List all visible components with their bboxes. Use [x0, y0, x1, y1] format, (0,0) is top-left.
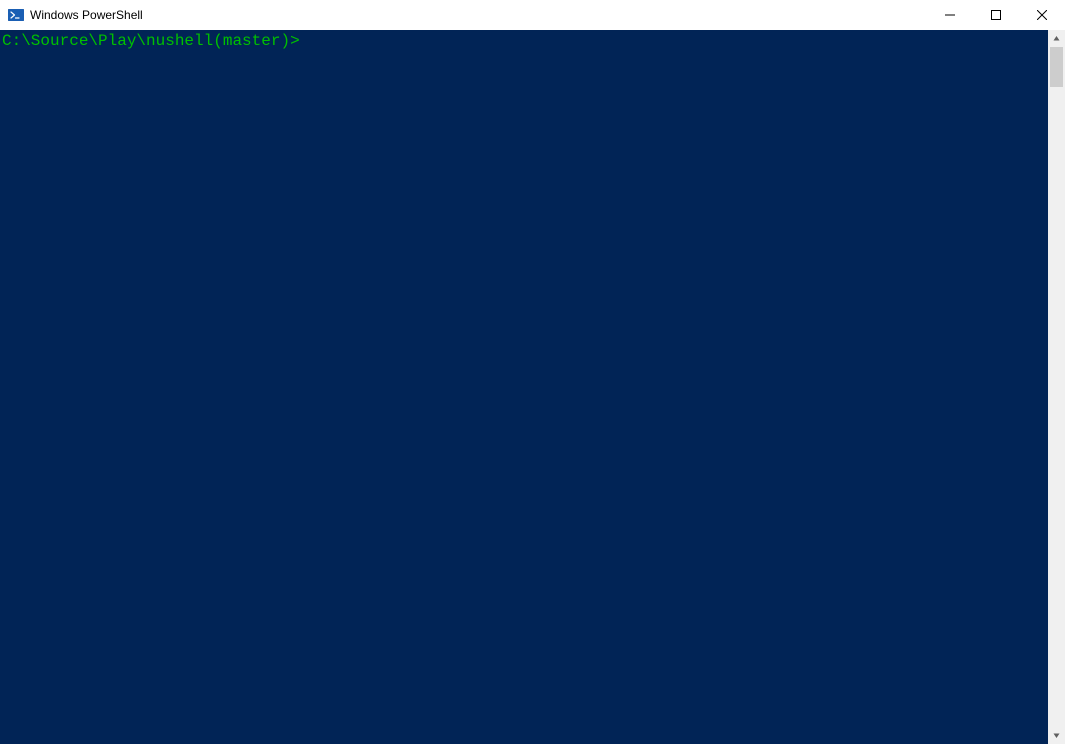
prompt-branch-close: ) — [280, 32, 290, 50]
prompt-branch-open: ( — [213, 32, 223, 50]
scroll-track[interactable] — [1048, 47, 1065, 727]
terminal-wrapper: C:\Source\Play\nushell(master)> — [0, 30, 1065, 744]
vertical-scrollbar[interactable] — [1048, 30, 1065, 744]
window-controls — [927, 0, 1065, 30]
terminal[interactable]: C:\Source\Play\nushell(master)> — [0, 30, 1048, 744]
titlebar-left: Windows PowerShell — [8, 7, 143, 23]
scroll-thumb[interactable] — [1050, 47, 1063, 87]
titlebar: Windows PowerShell — [0, 0, 1065, 30]
maximize-button[interactable] — [973, 0, 1019, 30]
powershell-icon — [8, 7, 24, 23]
minimize-button[interactable] — [927, 0, 973, 30]
scroll-down-arrow-icon[interactable] — [1048, 727, 1065, 744]
window-title: Windows PowerShell — [30, 8, 143, 22]
prompt-branch: master — [223, 32, 281, 50]
prompt-caret: > — [290, 32, 300, 50]
prompt-line: C:\Source\Play\nushell(master)> — [2, 32, 309, 50]
close-button[interactable] — [1019, 0, 1065, 30]
scroll-up-arrow-icon[interactable] — [1048, 30, 1065, 47]
prompt-path: C:\Source\Play\nushell — [2, 32, 213, 50]
